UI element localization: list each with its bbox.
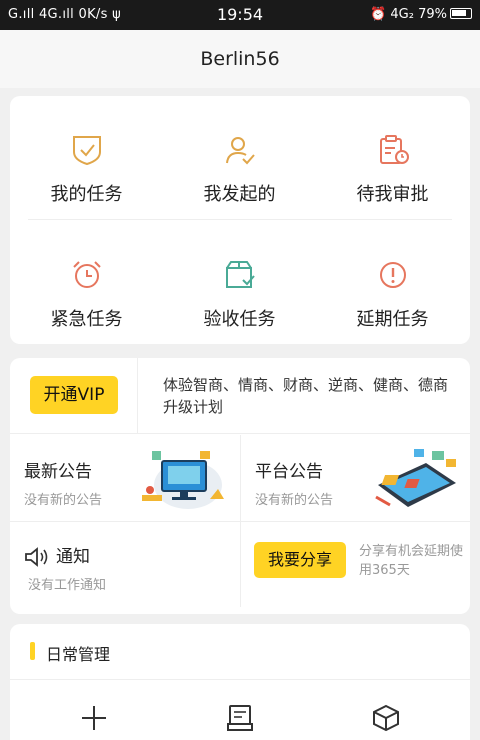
latest-announcement[interactable]: 最新公告 没有新的公告 bbox=[10, 435, 240, 521]
daily-management-title: 日常管理 bbox=[46, 645, 111, 664]
divider bbox=[137, 358, 138, 434]
acceptance-tasks-button[interactable]: 验收任务 bbox=[163, 259, 316, 331]
task-label: 紧急任务 bbox=[50, 309, 123, 330]
task-label: 我的任务 bbox=[50, 184, 123, 205]
pending-approval-button[interactable]: 待我审批 bbox=[316, 134, 469, 206]
battery-icon bbox=[450, 8, 472, 19]
plus-icon[interactable] bbox=[80, 704, 108, 732]
clipboard-clock-icon bbox=[379, 135, 409, 164]
notifications[interactable]: 通知 没有工作通知 bbox=[10, 521, 240, 607]
battery-status: ⏰ 4G₂ 79% bbox=[370, 7, 472, 22]
notifications-title: 通知 bbox=[56, 547, 90, 567]
nav-bar: Berlin56 bbox=[0, 30, 480, 88]
computer-illustration-icon bbox=[142, 451, 224, 509]
notifications-subtitle: 没有工作通知 bbox=[28, 578, 107, 593]
accent-bar bbox=[30, 642, 35, 660]
notices-card: 开通VIP 体验智商、情商、财商、逆商、健商、德商升级计划 最新公告 没有新的公… bbox=[10, 358, 470, 614]
shield-check-icon bbox=[72, 136, 101, 166]
page-title: Berlin56 bbox=[200, 48, 280, 70]
platform-announcement-title: 平台公告 bbox=[255, 462, 323, 482]
task-label: 我发起的 bbox=[203, 184, 276, 205]
task-label: 延期任务 bbox=[356, 309, 429, 330]
my-tasks-button[interactable]: 我的任务 bbox=[10, 134, 163, 206]
daily-management-card: 日常管理 bbox=[10, 624, 470, 740]
platform-announcement-subtitle: 没有新的公告 bbox=[255, 493, 334, 508]
task-grid-card: 我的任务 我发起的 待我审批 紧急任务 验收任务 延期任务 bbox=[10, 96, 470, 344]
cube-icon[interactable] bbox=[372, 704, 400, 732]
share-button[interactable]: 我要分享 bbox=[254, 542, 346, 578]
share-description: 分享有机会延期使用365天 bbox=[359, 544, 464, 578]
latest-announcement-subtitle: 没有新的公告 bbox=[24, 493, 103, 508]
tablet-illustration-icon bbox=[375, 449, 456, 507]
vip-row: 开通VIP 体验智商、情商、财商、逆商、健商、德商升级计划 bbox=[10, 358, 470, 434]
open-vip-button[interactable]: 开通VIP bbox=[30, 376, 118, 414]
platform-announcement[interactable]: 平台公告 没有新的公告 bbox=[240, 435, 470, 521]
share-section: 我要分享 分享有机会延期使用365天 bbox=[240, 521, 470, 607]
initiated-by-me-button[interactable]: 我发起的 bbox=[163, 134, 316, 206]
status-bar: G.ıll 4G.ıll 0K/s ψ 19:54 ⏰ 4G₂ 79% bbox=[0, 0, 480, 30]
divider bbox=[28, 219, 452, 220]
exclamation-circle-icon bbox=[379, 262, 406, 288]
delayed-tasks-button[interactable]: 延期任务 bbox=[316, 259, 469, 331]
box-check-icon bbox=[225, 261, 255, 288]
task-label: 验收任务 bbox=[203, 309, 276, 330]
vip-description[interactable]: 体验智商、情商、财商、逆商、健商、德商升级计划 bbox=[163, 374, 453, 418]
user-check-icon bbox=[225, 137, 255, 165]
document-icon[interactable] bbox=[226, 704, 254, 732]
latest-announcement-title: 最新公告 bbox=[24, 462, 92, 482]
speaker-icon bbox=[25, 547, 48, 567]
urgent-tasks-button[interactable]: 紧急任务 bbox=[10, 259, 163, 331]
alarm-clock-icon bbox=[72, 261, 101, 288]
task-label: 待我审批 bbox=[356, 184, 429, 205]
daily-management-header: 日常管理 bbox=[10, 624, 470, 680]
